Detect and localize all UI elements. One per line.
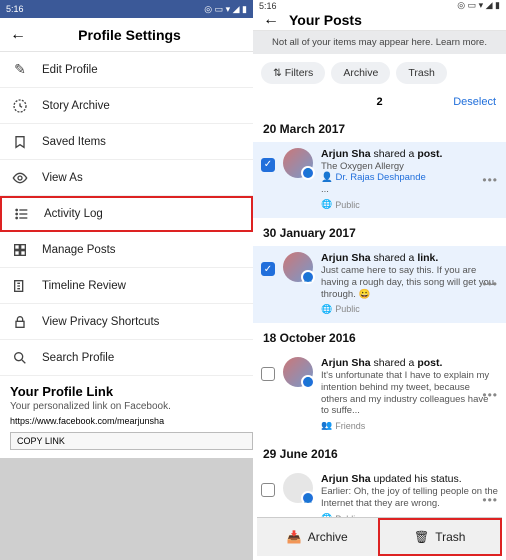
menu-label: Edit Profile [42,64,98,76]
gray-placeholder [0,458,253,560]
badge-icon: 👤 [301,491,315,505]
trash-icon: 🗑 [414,530,429,544]
globe-icon: 🌐 [321,199,332,210]
status-icons: ◎ ▭ ▾ ◢ ▮ [204,4,247,15]
chip-archive[interactable]: Archive [331,62,390,84]
avatar: 👤 [283,252,313,282]
phone-left: 5:16 ◎ ▭ ▾ ◢ ▮ ← Profile Settings ✎ Edit… [0,0,253,560]
checkbox[interactable]: ✓ [261,158,275,172]
notice-banner[interactable]: Not all of your items may appear here. L… [253,31,506,54]
phone-right: 5:16 ◎ ▭ ▾ ◢ ▮ ← Your Posts Not all of y… [253,0,506,560]
checkbox[interactable] [261,483,275,497]
menu-label: Activity Log [44,208,103,220]
menu-manage-posts[interactable]: Manage Posts [0,232,253,268]
checkbox[interactable] [261,367,275,381]
post-item[interactable]: 👤 Arjun Sha shared a post. It's unfortun… [253,351,506,440]
menu-search-profile[interactable]: Search Profile [0,340,253,376]
page-title: Profile Settings [36,27,223,43]
selection-row: 2 Deselect [253,92,506,114]
menu-label: View As [42,172,83,184]
profile-link-url: https://www.facebook.com/mearjunsha [0,416,253,432]
archive-button[interactable]: 📥 Archive [257,518,378,556]
bookmark-icon [12,134,28,150]
badge-icon: 👤 [301,270,315,284]
menu-privacy-shortcuts[interactable]: View Privacy Shortcuts [0,304,253,340]
profile-link-subtitle: Your personalized link on Facebook. [0,401,253,416]
menu-timeline-review[interactable]: Timeline Review [0,268,253,304]
badge-icon: 👤 [301,166,315,180]
header: ← Profile Settings [0,18,253,52]
archive-icon: 📥 [287,530,302,544]
menu-edit-profile[interactable]: ✎ Edit Profile [0,52,253,88]
avatar: 👤 [283,473,313,503]
list-icon [14,206,30,222]
menu-story-archive[interactable]: Story Archive [0,88,253,124]
back-icon[interactable]: ← [263,11,279,29]
trash-button[interactable]: 🗑 Trash [378,518,503,556]
clock-icon [12,98,28,114]
post-item[interactable]: ✓ 👤 Arjun Sha shared a link. Just came h… [253,246,506,323]
copy-link-button[interactable]: COPY LINK [10,432,253,450]
globe-icon: 🌐 [321,304,332,315]
chip-filters[interactable]: ⇅ Filters [261,62,325,84]
post-body: Arjun Sha shared a link. Just came here … [321,252,498,315]
date-header: 20 March 2017 [253,114,506,142]
menu-label: View Privacy Shortcuts [42,316,159,328]
profile-link-title: Your Profile Link [0,376,253,401]
page-title: Your Posts [289,12,496,28]
date-header: 30 January 2017 [253,218,506,246]
menu-label: Manage Posts [42,244,116,256]
status-bar: 5:16 ◎ ▭ ▾ ◢ ▮ [0,0,253,18]
more-icon[interactable]: ••• [482,277,498,291]
friends-icon: 👥 [321,420,332,431]
search-icon [12,350,28,366]
more-icon[interactable]: ••• [482,493,498,507]
selected-count: 2 [341,96,419,108]
more-icon[interactable]: ••• [482,173,498,187]
menu-activity-log[interactable]: Activity Log [0,196,253,232]
post-item[interactable]: ✓ 👤 Arjun Sha shared a post. The Oxygen … [253,142,506,219]
post-body: Arjun Sha shared a post. The Oxygen Alle… [321,148,498,211]
status-icons: ◎ ▭ ▾ ◢ ▮ [457,0,500,11]
status-time: 5:16 [6,4,24,14]
chip-trash[interactable]: Trash [396,62,446,84]
status-time: 5:16 [259,1,277,11]
lock-icon [12,314,28,330]
date-header: 18 October 2016 [253,323,506,351]
header: ← Your Posts [253,11,506,31]
checkbox[interactable]: ✓ [261,262,275,276]
timeline-icon [12,278,28,294]
menu-label: Saved Items [42,136,106,148]
bottom-action-bar: 📥 Archive 🗑 Trash [257,517,502,556]
more-icon[interactable]: ••• [482,388,498,402]
status-bar: 5:16 ◎ ▭ ▾ ◢ ▮ [253,0,506,11]
avatar: 👤 [283,148,313,178]
menu-view-as[interactable]: View As [0,160,253,196]
post-body: Arjun Sha shared a post. It's unfortunat… [321,357,498,432]
menu-label: Search Profile [42,352,114,364]
badge-icon: 👤 [301,375,315,389]
deselect-button[interactable]: Deselect [418,96,496,108]
grid-icon [12,242,28,258]
avatar: 👤 [283,357,313,387]
date-header: 29 June 2016 [253,439,506,467]
eye-icon [12,170,28,186]
menu-label: Story Archive [42,100,110,112]
menu-saved-items[interactable]: Saved Items [0,124,253,160]
back-icon[interactable]: ← [10,26,26,44]
pencil-icon: ✎ [12,62,28,78]
filter-chips: ⇅ Filters Archive Trash [253,54,506,92]
menu-label: Timeline Review [42,280,126,292]
